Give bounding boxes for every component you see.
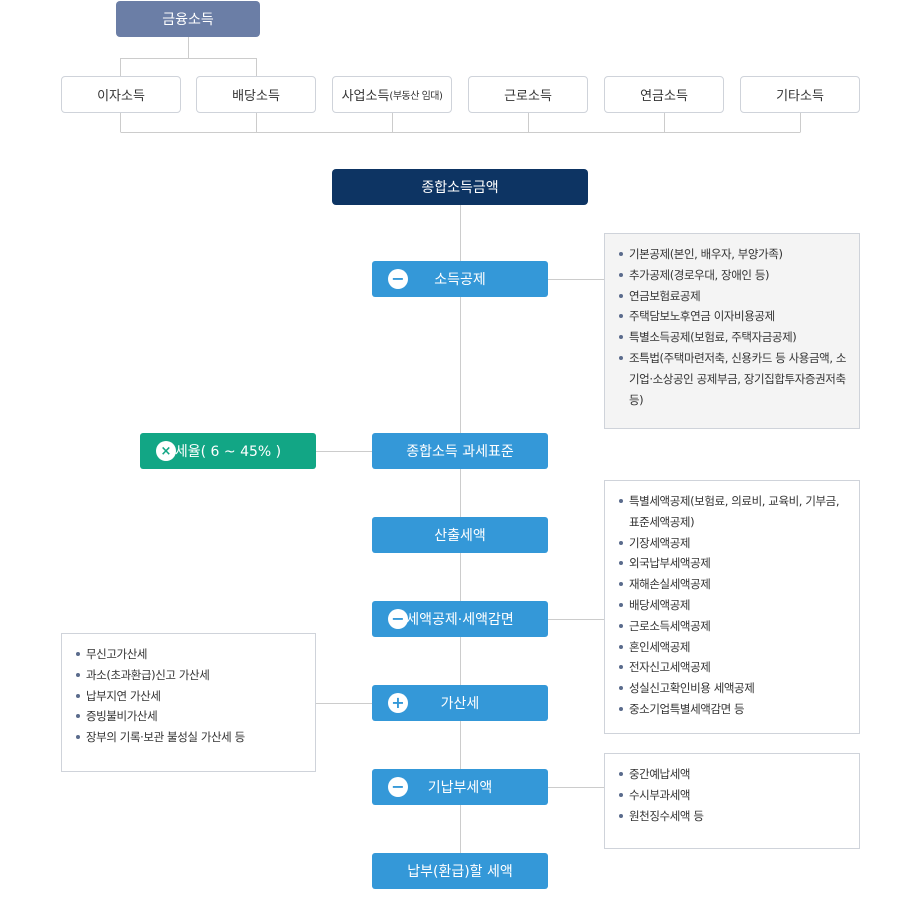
detail-item: 특별세액공제(보험료, 의료비, 교육비, 기부금, 표준세액공제) [619,491,847,533]
detail-item: 재해손실세액공제 [619,574,847,595]
step-income-deduction: − 소득공제 [372,261,548,297]
detail-item: 연금보험료공제 [619,286,847,307]
income-source-label: 배당소득 [232,89,280,104]
detail-item: 주택담보노후연금 이자비용공제 [619,306,847,327]
income-source-other: 기타소득 [740,76,860,113]
detail-item: 중간예납세액 [619,764,847,785]
detail-item: 수시부과세액 [619,785,847,806]
income-source-label: 사업소득 [341,89,390,104]
step-additional-tax: + 가산세 [372,685,548,721]
total-income-node: 종합소득금액 [332,169,588,205]
step-tax-base: 종합소득 과세표준 [372,433,548,469]
detail-item: 배당세액공제 [619,595,847,616]
income-source-pension: 연금소득 [604,76,724,113]
detail-item: 조특법(주택마련저축, 신용카드 등 사용금액, 소기업·소상공인 공제부금, … [619,348,847,410]
minus-icon: − [388,777,408,797]
tax-rate-label: 세율( 6 ~ 45% ) [174,444,282,460]
step-label: 산출세액 [434,528,486,544]
total-income-label: 종합소득금액 [421,180,499,196]
income-source-label: 기타소득 [776,89,824,104]
step-label: 종합소득 과세표준 [406,444,514,460]
income-deduction-details: 기본공제(본인, 배우자, 부양가족) 추가공제(경로우대, 장애인 등) 연금보험… [604,233,860,429]
detail-item: 추가공제(경로우대, 장애인 등) [619,265,847,286]
step-label: 소득공제 [434,272,486,288]
detail-item: 납부지연 가산세 [76,686,303,707]
step-payable-tax: 납부(환급)할 세액 [372,853,548,889]
financial-income-label: 금융소득 [162,12,214,28]
tax-credit-details: 특별세액공제(보험료, 의료비, 교육비, 기부금, 표준세액공제) 기장세액공제… [604,480,860,734]
multiply-icon: × [156,441,176,461]
step-label: 세액공제·세액감면 [406,612,514,628]
income-source-label: 연금소득 [640,89,688,104]
detail-item: 근로소득세액공제 [619,616,847,637]
income-source-note: (부동산 임대) [389,91,443,102]
financial-income-node: 금융소득 [116,1,260,37]
income-source-label: 근로소득 [504,89,552,104]
detail-item: 성실신고확인비용 세액공제 [619,678,847,699]
step-label: 가산세 [440,696,480,712]
detail-item: 전자신고세액공제 [619,657,847,678]
step-tax-credit: − 세액공제·세액감면 [372,601,548,637]
minus-icon: − [388,609,408,629]
tax-credit-list: 특별세액공제(보험료, 의료비, 교육비, 기부금, 표준세액공제) 기장세액공제… [619,491,847,720]
additional-tax-details: 무신고가산세 과소(초과환급)신고 가산세 납부지연 가산세 증빙불비가산세 장부의 기… [61,633,316,772]
minus-icon: − [388,269,408,289]
income-source-dividend: 배당소득 [196,76,316,113]
income-source-label: 이자소득 [97,89,145,104]
income-source-business: 사업소득 (부동산 임대) [332,76,452,113]
additional-tax-list: 무신고가산세 과소(초과환급)신고 가산세 납부지연 가산세 증빙불비가산세 장부의 기… [76,644,303,748]
tax-rate-node: × 세율( 6 ~ 45% ) [140,433,316,469]
income-deduction-list: 기본공제(본인, 배우자, 부양가족) 추가공제(경로우대, 장애인 등) 연금보험… [619,244,847,410]
income-source-interest: 이자소득 [61,76,181,113]
step-calculated-tax: 산출세액 [372,517,548,553]
detail-item: 과소(초과환급)신고 가산세 [76,665,303,686]
detail-item: 증빙불비가산세 [76,706,303,727]
prepaid-tax-list: 중간예납세액 수시부과세액 원천징수세액 등 [619,764,847,826]
detail-item: 기본공제(본인, 배우자, 부양가족) [619,244,847,265]
detail-item: 원천징수세액 등 [619,806,847,827]
detail-item: 외국납부세액공제 [619,553,847,574]
detail-item: 혼인세액공제 [619,637,847,658]
detail-item: 중소기업특별세액감면 등 [619,699,847,720]
step-label: 납부(환급)할 세액 [407,864,513,880]
plus-icon: + [388,693,408,713]
detail-item: 특별소득공제(보험료, 주택자금공제) [619,327,847,348]
detail-item: 무신고가산세 [76,644,303,665]
detail-item: 기장세액공제 [619,533,847,554]
prepaid-tax-details: 중간예납세액 수시부과세액 원천징수세액 등 [604,753,860,849]
income-source-earned: 근로소득 [468,76,588,113]
detail-item: 장부의 기록·보관 불성실 가산세 등 [76,727,303,748]
step-label: 기납부세액 [427,780,493,796]
step-prepaid-tax: − 기납부세액 [372,769,548,805]
